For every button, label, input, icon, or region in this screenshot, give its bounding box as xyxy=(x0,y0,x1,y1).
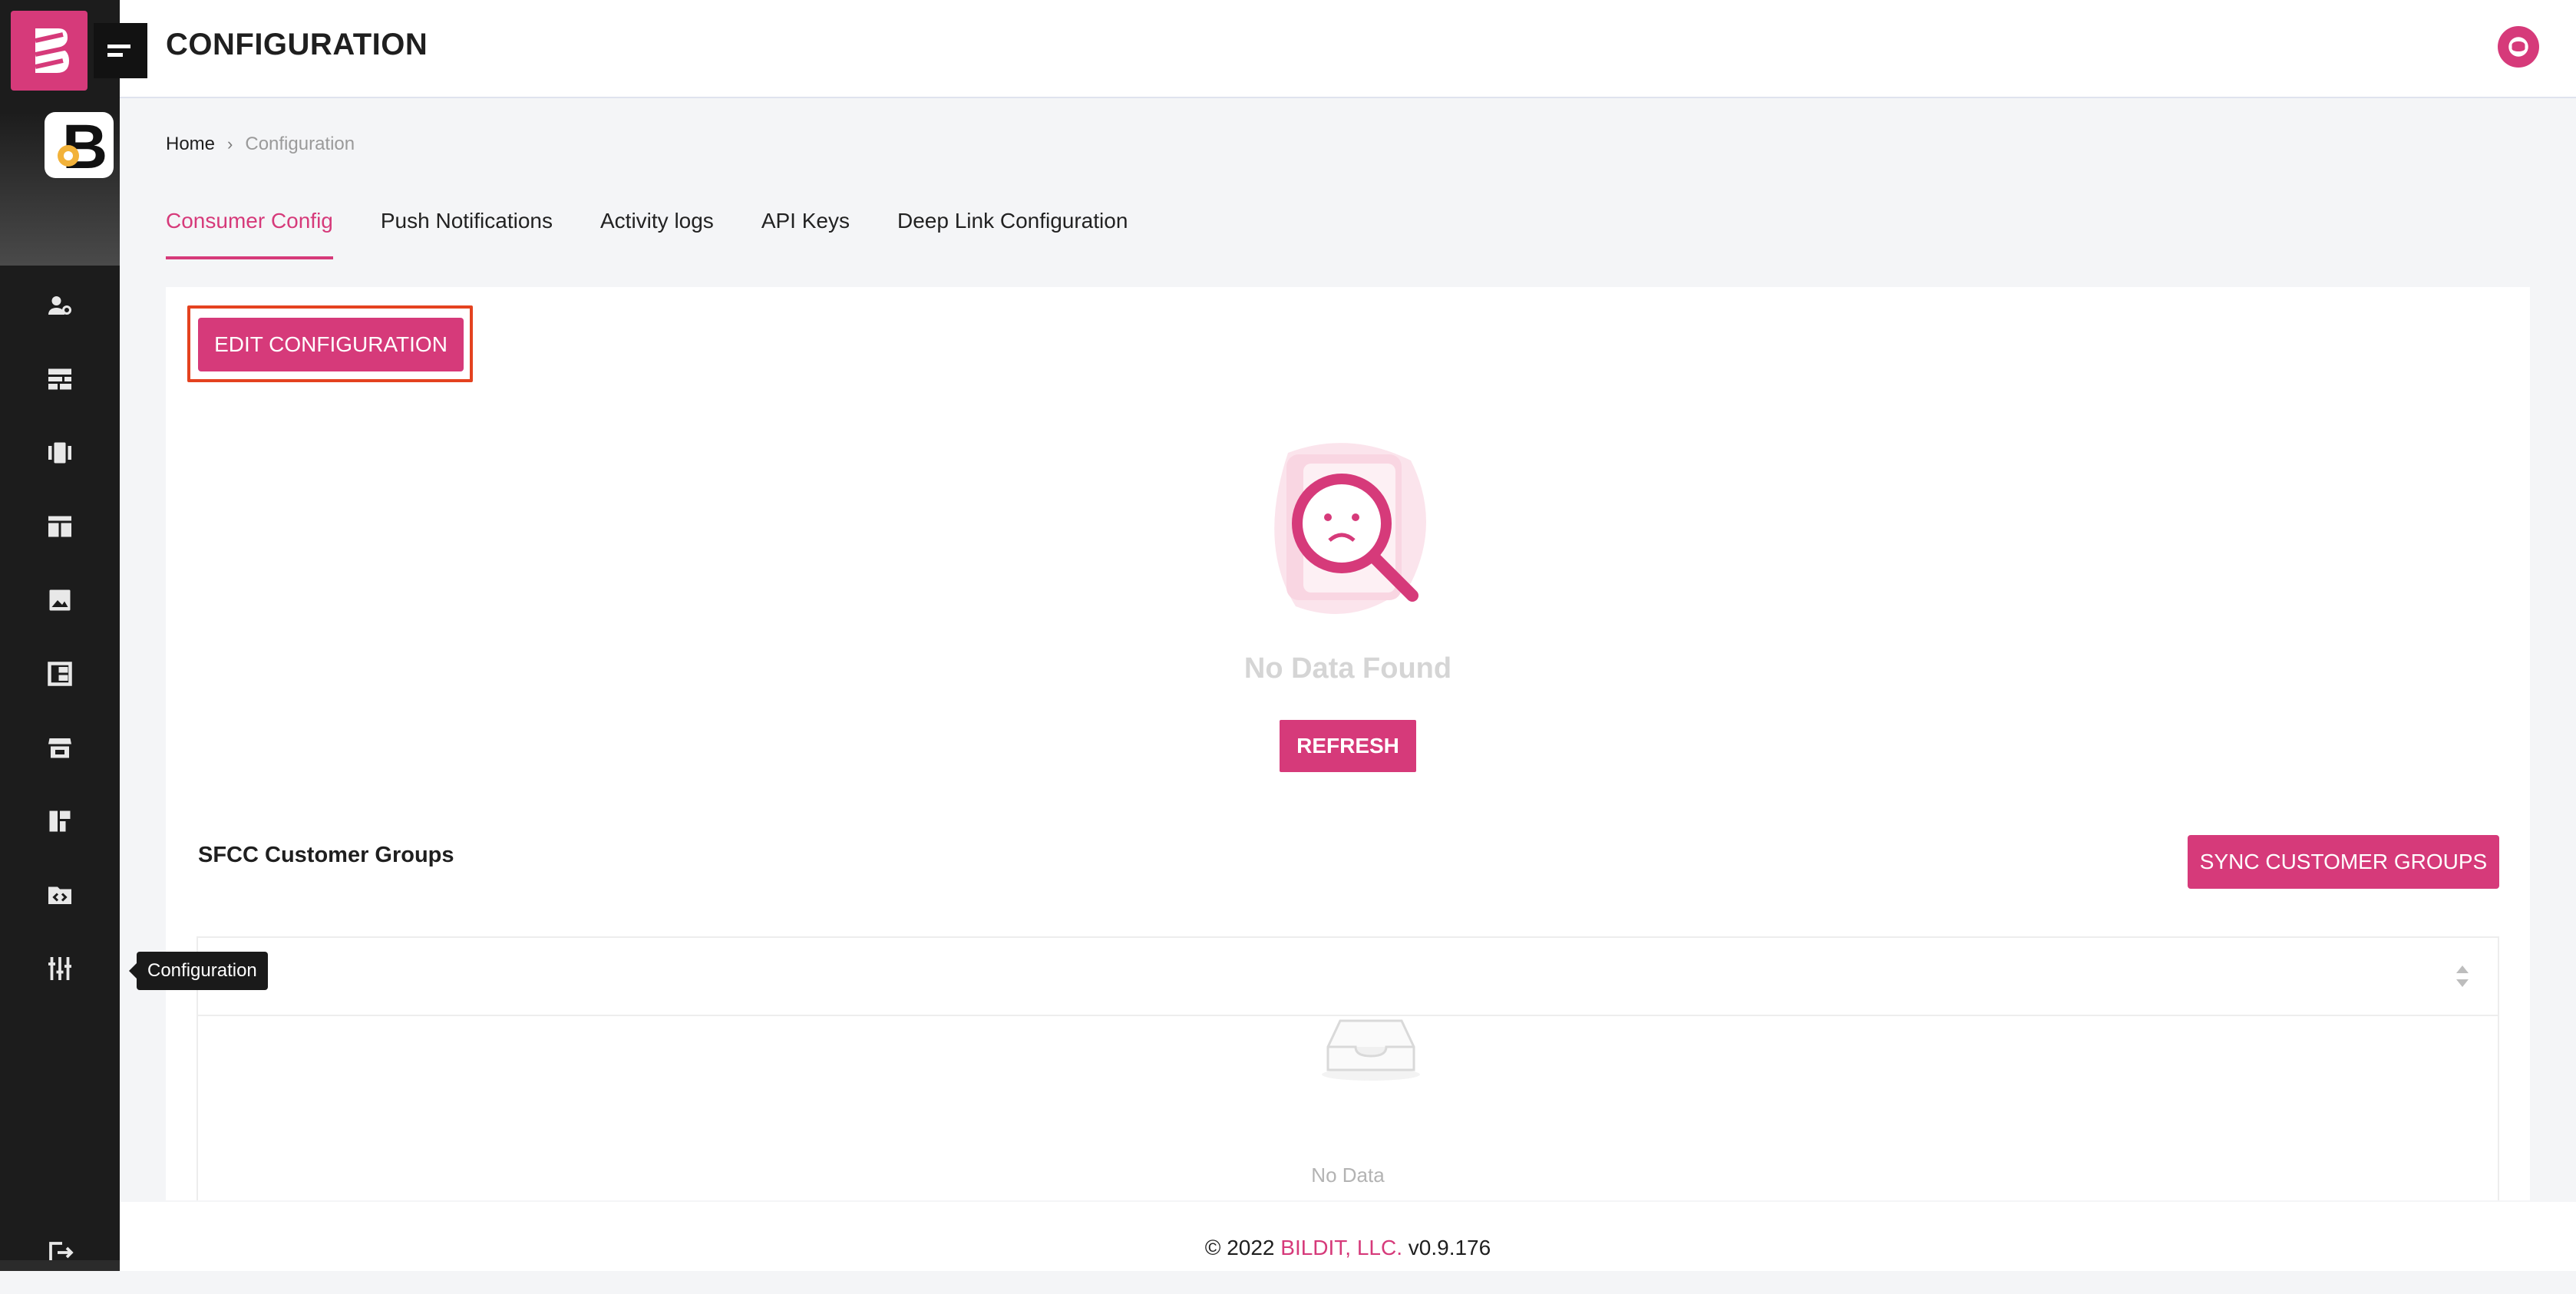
footer-version: v0.9.176 xyxy=(1402,1236,1491,1259)
templates-icon[interactable] xyxy=(43,657,77,691)
tab-push-notifications[interactable]: Push Notifications xyxy=(381,203,553,256)
config-card: EDIT CONFIGURATION No Data Found REFRESH… xyxy=(166,287,2530,1200)
app-logo[interactable] xyxy=(11,11,88,91)
tab-consumer-config[interactable]: Consumer Config xyxy=(166,203,333,259)
footer-copyright: © 2022 xyxy=(1204,1236,1281,1259)
table-header xyxy=(198,938,2498,1016)
tab-api-keys[interactable]: API Keys xyxy=(761,203,850,256)
menu-toggle-button[interactable] xyxy=(94,23,147,78)
footer-brand-link[interactable]: BILDIT, LLC. xyxy=(1280,1236,1402,1259)
dashboard-icon[interactable] xyxy=(43,362,77,396)
empty-inbox-icon xyxy=(1322,1019,1420,1081)
brand-avatar[interactable]: B xyxy=(45,112,114,178)
section-title-customer-groups: SFCC Customer Groups xyxy=(198,843,454,867)
user-settings-icon[interactable] xyxy=(43,289,77,322)
breadcrumb-separator: › xyxy=(227,134,233,153)
table-empty-text: No Data xyxy=(1311,1164,1385,1187)
breadcrumb-home[interactable]: Home xyxy=(166,134,215,155)
breadcrumb-current: Configuration xyxy=(245,134,355,154)
breadcrumb: Home › Configuration xyxy=(166,134,355,155)
refresh-button[interactable]: REFRESH xyxy=(1280,720,1416,772)
footer: © 2022 BILDIT, LLC. v0.9.176 xyxy=(120,1202,2576,1271)
store-icon[interactable] xyxy=(43,731,77,764)
sync-customer-groups-button[interactable]: SYNC CUSTOMER GROUPS xyxy=(2188,835,2499,889)
sidebar-tooltip: Configuration xyxy=(129,952,268,990)
sidebar: B xyxy=(0,0,345,1271)
sort-icon[interactable] xyxy=(2453,962,2472,990)
tab-bar: Consumer Config Push Notifications Activ… xyxy=(166,203,1128,259)
customer-groups-table: No Data xyxy=(197,936,2499,1200)
carousel-icon[interactable] xyxy=(43,436,77,470)
code-folder-icon[interactable] xyxy=(43,878,77,912)
edit-configuration-button[interactable]: EDIT CONFIGURATION xyxy=(198,318,464,371)
sliders-icon[interactable] xyxy=(43,952,77,985)
pages-icon[interactable] xyxy=(43,804,77,838)
no-data-found-text: No Data Found xyxy=(1243,652,1452,685)
top-header: CONFIGURATION xyxy=(120,0,2576,98)
page-title: CONFIGURATION xyxy=(166,28,428,61)
layout-icon[interactable] xyxy=(43,510,77,543)
svg-text:B: B xyxy=(62,114,107,176)
tab-deep-link-configuration[interactable]: Deep Link Configuration xyxy=(897,203,1128,256)
image-icon[interactable] xyxy=(43,583,77,617)
tab-activity-logs[interactable]: Activity logs xyxy=(600,203,714,256)
no-data-magnifier-icon xyxy=(1274,443,1426,614)
user-avatar-icon[interactable] xyxy=(2498,26,2539,68)
